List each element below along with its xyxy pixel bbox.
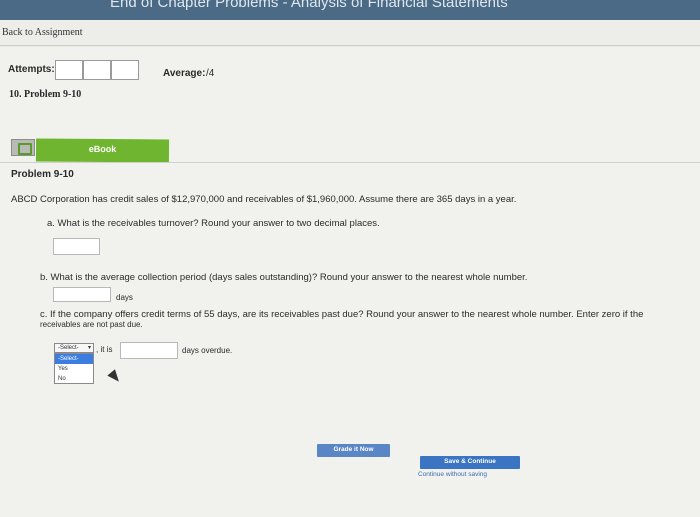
title-bar: End of Chapter Problems - Analysis of Fi… <box>0 0 700 20</box>
dropdown-option[interactable]: -Select- <box>55 354 93 364</box>
part-c-question: c. If the company offers credit terms of… <box>40 309 644 320</box>
overdue-dropdown: -Select- Yes No <box>54 353 94 384</box>
part-b-answer-input[interactable] <box>53 287 111 302</box>
attempt-box-1 <box>55 60 83 80</box>
ebook-button[interactable]: eBook <box>35 138 170 163</box>
dropdown-option[interactable]: Yes <box>55 364 93 374</box>
part-b-question: b. What is the average collection period… <box>40 272 528 283</box>
attempt-box-3 <box>111 60 139 80</box>
problem-number: 10. Problem 9-10 <box>9 89 82 100</box>
part-b-unit: days <box>116 293 133 302</box>
part-c-it-is: , it is <box>96 345 113 354</box>
continue-without-saving-link[interactable]: Continue without saving <box>418 471 487 478</box>
part-a-question: a. What is the receivables turnover? Rou… <box>47 218 380 229</box>
save-continue-button[interactable]: Save & Continue <box>420 456 520 469</box>
dropdown-option[interactable]: No <box>55 374 93 384</box>
divider <box>0 162 700 163</box>
average-value: /4 <box>206 68 215 79</box>
part-c-answer-input[interactable] <box>120 342 178 359</box>
average-label: Average: <box>163 68 206 79</box>
nav-bar: Back to Assignment <box>0 20 700 46</box>
part-a-answer-input[interactable] <box>53 238 100 255</box>
part-c-question-cont: receivables are not past due. <box>40 320 143 329</box>
problem-statement: ABCD Corporation has credit sales of $12… <box>11 194 517 205</box>
problem-title: Problem 9-10 <box>11 169 74 180</box>
part-c-suffix: days overdue. <box>182 346 233 355</box>
window-title: End of Chapter Problems - Analysis of Fi… <box>110 0 508 11</box>
attempts-label: Attempts: <box>8 64 55 75</box>
book-icon[interactable] <box>11 139 35 156</box>
overdue-select[interactable]: -Select- ▾ <box>54 343 94 353</box>
overdue-select-value: -Select- <box>58 345 79 351</box>
grade-it-now-button[interactable]: Grade it Now <box>317 444 390 457</box>
chevron-down-icon[interactable]: ▾ <box>88 344 91 352</box>
attempt-box-2 <box>83 60 111 80</box>
back-to-assignment-link[interactable]: Back to Assignment <box>2 27 83 38</box>
